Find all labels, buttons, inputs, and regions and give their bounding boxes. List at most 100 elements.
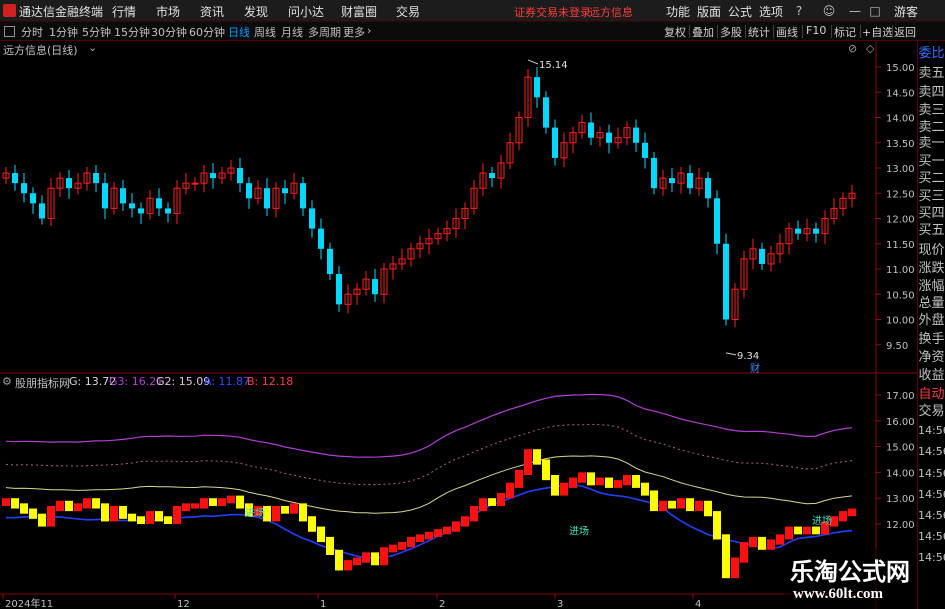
- indicator-settings-icon[interactable]: ⚙: [2, 375, 12, 388]
- candle-body-down: [705, 178, 711, 199]
- indicator-name[interactable]: 股朋指标网: [15, 375, 70, 391]
- menu-layout[interactable]: 版面: [697, 3, 721, 20]
- chevron-right-icon[interactable]: ›: [367, 24, 371, 37]
- sidebar-change-pct[interactable]: 涨幅: [918, 278, 945, 296]
- sidebar-trade[interactable]: 交易: [918, 403, 945, 421]
- tool-mark[interactable]: 标记: [834, 24, 856, 40]
- menu-discover[interactable]: 发现: [244, 3, 268, 20]
- candle-body-down: [93, 173, 99, 184]
- indicator-value-b: B: 12.18: [247, 375, 294, 388]
- indicator-bar-up: [2, 498, 10, 506]
- period-multi[interactable]: 多周期: [308, 24, 341, 40]
- indicator-bar-down: [704, 500, 712, 517]
- sidebar-bid2[interactable]: 买二: [918, 170, 945, 188]
- indicator-bar-up: [848, 508, 856, 517]
- indicator-bar-down: [308, 516, 316, 532]
- help-icon[interactable]: ?: [790, 2, 808, 20]
- indicator-bar-up: [434, 529, 442, 537]
- period-60min[interactable]: 60分钟: [189, 24, 225, 40]
- tool-add-watchlist[interactable]: +自选: [862, 24, 893, 40]
- chart-settings-icon[interactable]: ⌄: [88, 41, 97, 54]
- menu-trade[interactable]: 交易: [396, 3, 420, 20]
- indicator-bar-down: [29, 508, 37, 519]
- collapse-icon[interactable]: ⊘: [848, 42, 857, 55]
- sidebar-ask3[interactable]: 卖三: [918, 102, 945, 120]
- indicator-bar-up: [74, 503, 82, 512]
- menu-options[interactable]: 选项: [759, 3, 783, 20]
- sidebar-change[interactable]: 涨跌: [918, 260, 945, 278]
- period-intraday[interactable]: 分时: [21, 24, 43, 40]
- menu-formula[interactable]: 公式: [728, 3, 752, 20]
- candle-body-down: [12, 173, 18, 184]
- candle-body-down: [39, 203, 45, 219]
- tool-statistics[interactable]: 统计: [748, 24, 770, 40]
- tool-draw-line[interactable]: 画线: [776, 24, 798, 40]
- tool-multi-stock[interactable]: 多股: [720, 24, 742, 40]
- sidebar-outer-volume[interactable]: 外盘: [918, 312, 945, 330]
- tool-back[interactable]: 返回: [894, 24, 916, 40]
- period-30min[interactable]: 30分钟: [151, 24, 187, 40]
- sidebar-bid4[interactable]: 买四: [918, 205, 945, 223]
- candle-body-down: [642, 142, 648, 158]
- tool-f10[interactable]: F10: [806, 24, 826, 37]
- period-5min[interactable]: 5分钟: [82, 24, 111, 40]
- menu-ask[interactable]: 问小达: [288, 3, 324, 20]
- price-tick-label: 9.50: [886, 341, 908, 352]
- indicator-bar-down: [101, 503, 109, 522]
- period-weekly[interactable]: 周线: [254, 24, 276, 40]
- tool-overlay[interactable]: 叠加: [692, 24, 714, 40]
- sidebar-ask5[interactable]: 卖五: [918, 65, 945, 83]
- tool-restore-rights[interactable]: 复权: [664, 24, 686, 40]
- sidebar-bid5[interactable]: 买五: [918, 222, 945, 240]
- period-1min[interactable]: 1分钟: [49, 24, 78, 40]
- app-logo-icon: [3, 4, 16, 17]
- period-daily[interactable]: 日线: [228, 24, 250, 40]
- indicator-bar-up: [677, 498, 685, 509]
- sidebar-ask1[interactable]: 卖一: [918, 135, 945, 153]
- chart-canvas[interactable]: 进场进场进场 15.0014.5014.0013.5013.0012.5012.…: [0, 41, 917, 609]
- user-label[interactable]: 游客: [894, 3, 918, 20]
- maximize-icon[interactable]: □: [866, 2, 884, 20]
- indicator-bar-up: [614, 480, 622, 488]
- sidebar-net-assets[interactable]: 净资: [918, 349, 945, 367]
- sidebar-earnings[interactable]: 收益: [918, 367, 945, 385]
- line-g: [5, 455, 853, 514]
- login-status[interactable]: 证券交易未登录: [514, 4, 591, 20]
- period-15min[interactable]: 15分钟: [114, 24, 150, 40]
- sidebar-order-ratio[interactable]: 委比: [918, 45, 945, 63]
- sidebar-time: 14:56: [918, 488, 945, 501]
- zoom-icon[interactable]: ◇: [866, 42, 874, 55]
- sidebar-bid1[interactable]: 买一: [918, 153, 945, 171]
- indicator-value-g2: G2: 15.09: [156, 375, 211, 388]
- line-g2: [5, 423, 853, 486]
- menu-market[interactable]: 市场: [156, 3, 180, 20]
- time-tick-label: 2: [439, 599, 445, 609]
- sidebar-volume[interactable]: 总量: [918, 295, 945, 313]
- menu-news[interactable]: 资讯: [200, 3, 224, 20]
- price-tick-label: 12.50: [886, 189, 915, 200]
- sidebar-auto[interactable]: 自动: [918, 386, 945, 404]
- indicator-bar-down: [722, 534, 730, 579]
- sidebar-time: 14:56: [918, 445, 945, 458]
- indicator-value-a: A: 11.87: [204, 375, 251, 388]
- indicator-bar-up: [560, 482, 568, 496]
- period-more[interactable]: 更多: [343, 24, 365, 40]
- sidebar-bid3[interactable]: 买三: [918, 188, 945, 206]
- price-tick-label: 10.50: [886, 290, 915, 301]
- period-monthly[interactable]: 月线: [281, 24, 303, 40]
- menu-fortune[interactable]: 财富圈: [341, 3, 377, 20]
- sidebar-ask4[interactable]: 卖四: [918, 84, 945, 102]
- user-icon[interactable]: ☺: [820, 2, 838, 20]
- layout-icon[interactable]: [4, 26, 15, 37]
- candle-body-down: [102, 183, 108, 209]
- minimize-icon[interactable]: —: [846, 2, 864, 20]
- candle-body-down: [129, 203, 135, 209]
- sidebar-time: 14:56: [918, 424, 945, 437]
- menu-quotes[interactable]: 行情: [112, 3, 136, 20]
- sidebar-price[interactable]: 现价: [918, 242, 945, 260]
- indicator-bar-up: [272, 505, 280, 522]
- indicator-bar-up: [218, 498, 226, 506]
- candle-body-down: [723, 243, 729, 320]
- menu-function[interactable]: 功能: [666, 3, 690, 20]
- sidebar-turnover[interactable]: 换手: [918, 331, 945, 349]
